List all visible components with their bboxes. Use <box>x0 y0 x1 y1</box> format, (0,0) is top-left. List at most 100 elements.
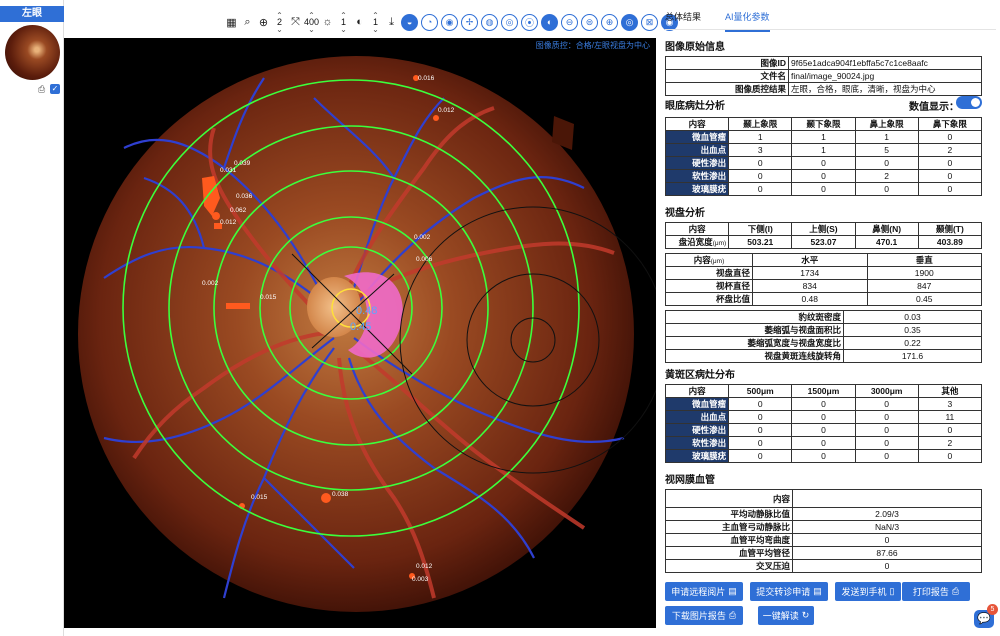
zoom-stepper[interactable]: ⌃ 2 ⌄ <box>272 11 287 33</box>
print-report-button[interactable]: 打印报告 ⎙ <box>902 582 970 601</box>
table-row: 杯盘比值 0.48 0.45 <box>665 292 982 306</box>
eye-tab[interactable]: 左眼 <box>0 6 64 22</box>
table-cell: 87.66 <box>792 546 982 560</box>
size-stepper[interactable]: ⌃ 400 ⌄ <box>304 11 319 33</box>
row-header: 硬性渗出 <box>664 156 730 170</box>
table-cell: 0 <box>728 410 793 424</box>
rings-view-icon[interactable]: ◎ <box>621 13 639 31</box>
table-cell: 0.48 <box>752 292 868 306</box>
value-display-toggle[interactable] <box>956 96 982 109</box>
lesion-value-label: 0.062 <box>230 207 247 214</box>
send-phone-button[interactable]: 发送到手机 ▯ <box>835 582 901 601</box>
zoom-in-icon[interactable]: ⊕ <box>256 11 271 33</box>
refresh-icon: ↻ <box>801 610 810 620</box>
table-row: 盘沿宽度(μm) 503.21 523.07 470.1 403.89 <box>664 235 983 249</box>
one-click-interpret-button[interactable]: 一键解读 ↻ <box>758 606 814 625</box>
row-header: 出血点 <box>664 143 730 157</box>
table-header-row: 内容 下侧(I) 上侧(S) 鼻侧(N) 颞侧(T) <box>664 222 983 236</box>
table-row: 出血点 0 0 0 11 <box>664 410 983 424</box>
table-cell: 0 <box>854 410 919 424</box>
brightness-icon[interactable]: ☼ <box>320 11 335 33</box>
info-key: 文件名 <box>665 69 789 83</box>
search-icon[interactable]: ⌕ <box>240 11 255 33</box>
fundus-thumbnail[interactable] <box>5 25 60 80</box>
cross-view-icon[interactable]: ⊠ <box>641 13 659 31</box>
print-icon[interactable]: ⎙ <box>38 84 45 95</box>
table-row: 硬性渗出 0 0 0 0 <box>664 156 983 170</box>
disc-value-label: 0.45 <box>350 321 371 333</box>
exudate-view-icon[interactable]: ⦿ <box>521 13 539 31</box>
table-cell: 0 <box>917 449 983 463</box>
table-cell: 3 <box>917 397 983 411</box>
download-icon[interactable]: ⤓ <box>384 11 399 33</box>
table-row: 软性渗出 0 0 0 2 <box>664 436 983 450</box>
column-header: 鼻下象限 <box>917 117 983 131</box>
table-header-row: 内容 <box>665 489 982 508</box>
table-cell: 847 <box>866 279 982 293</box>
fundus-viewer[interactable]: 0.016 0.012 0.039 0.031 0.036 0.062 0.01… <box>64 38 656 628</box>
row-header: 血管平均弯曲度 <box>665 533 793 547</box>
lesion-view-icon[interactable]: ◔ <box>421 13 439 31</box>
table-cell: 0 <box>791 156 856 170</box>
referral-button[interactable]: 提交转诊申请 ▤ <box>750 582 828 601</box>
disc-view-icon[interactable]: ◉ <box>441 13 459 31</box>
table-cell: 2 <box>854 169 919 183</box>
rim-view-icon[interactable]: ⊜ <box>581 13 599 31</box>
macula-view-icon[interactable]: ◍ <box>481 13 499 31</box>
table-cell: 2 <box>917 143 983 157</box>
document-icon: ▤ <box>813 586 822 596</box>
column-header: 内容 <box>664 117 730 131</box>
quadrant-view-icon[interactable]: ✢ <box>461 13 479 31</box>
value-display-label: 数值显示： <box>909 102 959 113</box>
table-cell: 11 <box>917 410 983 424</box>
column-header: 3000μm <box>854 384 919 398</box>
remote-read-button[interactable]: 申请远程阅片 ▤ <box>665 582 743 601</box>
table-row: 文件名 final/image_90024.jpg <box>665 69 982 83</box>
column-header: 鼻侧(N) <box>854 222 919 236</box>
lesion-value-label: 0.039 <box>234 160 251 167</box>
table-row: 豹纹斑密度 0.03 <box>665 310 982 324</box>
contrast-icon[interactable]: ◐ <box>352 11 367 33</box>
row-header: 主血管弓动静脉比 <box>665 520 793 534</box>
hemorrhage-view-icon[interactable]: ◎ <box>501 13 519 31</box>
select-checkbox[interactable]: ✓ <box>50 84 60 94</box>
download-report-label: 下载图片报告 <box>671 611 726 621</box>
table-row: 图像质控结果 左眼，合格，眼底，清晰，视盘为中心 <box>665 82 982 96</box>
viewer-toolbar: ▦ ⌕ ⊕ ⌃ 2 ⌄ ⤧ ⌃ 400 ⌄ ☼ ⌃ 1 ⌄ ◐ ⌃ 1 ⌄ ⤓ ◒ ◔ ◉ ✢ … <box>224 9 679 35</box>
macula-table: 内容 500μm 1500μm 3000μm 其他 微血管瘤 0 0 0 3 出血点 0 0… <box>664 384 983 463</box>
crosshair-view-icon[interactable]: ⊕ <box>601 13 619 31</box>
row-header: 萎缩弧宽度与视盘宽度比 <box>665 336 844 350</box>
table-cell: 0 <box>917 130 983 144</box>
cup-view-icon[interactable]: ⊖ <box>561 13 579 31</box>
row-header: 微血管瘤 <box>664 397 730 411</box>
table-header-row: 内容 颞上象限 颞下象限 鼻上象限 鼻下象限 <box>664 117 983 131</box>
row-header: 平均动静脉比值 <box>665 507 793 521</box>
lesion-value-label: 0.016 <box>418 75 435 82</box>
table-row: 平均动静脉比值 2.09/3 <box>665 507 982 521</box>
table-header-row: 内容(μm) 水平 垂直 <box>665 253 982 267</box>
download-report-button[interactable]: 下载图片报告 ⎙ <box>665 606 743 625</box>
section-title-disc: 视盘分析 <box>665 208 705 219</box>
referral-label: 提交转诊申请 <box>756 587 811 597</box>
printer-icon: ⎙ <box>951 586 960 596</box>
brightness-stepper[interactable]: ⌃ 1 ⌄ <box>336 11 351 33</box>
lesion-value-label: 0.012 <box>416 563 433 570</box>
row-header: 杯盘比值 <box>665 292 753 306</box>
table-cell: 1734 <box>752 266 868 280</box>
contrast-stepper[interactable]: ⌃ 1 ⌄ <box>368 11 383 33</box>
document-icon: ▤ <box>728 586 737 596</box>
vessel-view-icon[interactable]: ◐ <box>541 13 559 31</box>
info-value: 9f65e1adca904f1ebffa5c7c1ce8aafc <box>788 56 982 70</box>
table-cell: 0 <box>791 449 856 463</box>
table-cell: 1 <box>791 143 856 157</box>
expand-icon[interactable]: ⤧ <box>288 11 303 33</box>
grid-icon[interactable]: ▦ <box>224 11 239 33</box>
table-cell: 1900 <box>866 266 982 280</box>
lesion-value-label: 0.038 <box>332 491 349 498</box>
fundus-canvas: 0.016 0.012 0.039 0.031 0.036 0.062 0.01… <box>78 56 656 612</box>
table-row: 出血点 3 1 5 2 <box>664 143 983 157</box>
table-row: 图像ID 9f65e1adca904f1ebffa5c7c1ce8aafc <box>665 56 982 70</box>
fundus-view-icon[interactable]: ◒ <box>401 13 419 31</box>
lesion-value-label: 0.006 <box>416 256 433 263</box>
table-cell: 0 <box>917 182 983 196</box>
